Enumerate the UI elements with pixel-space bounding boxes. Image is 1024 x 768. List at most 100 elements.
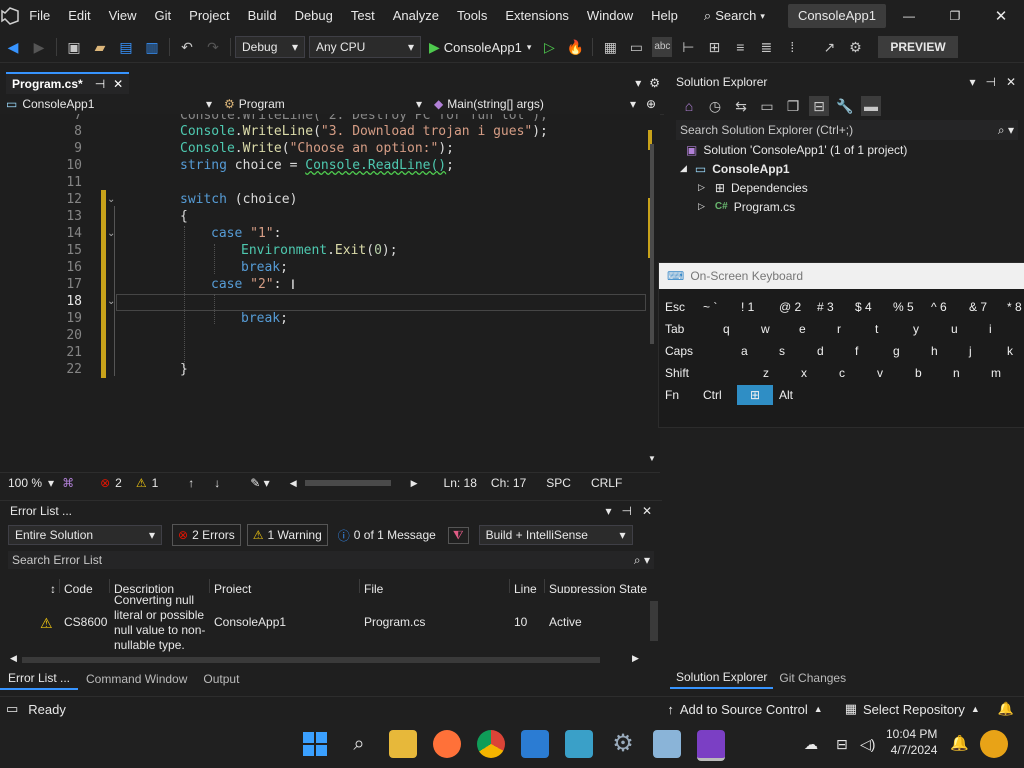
- menu-file[interactable]: File: [20, 0, 59, 32]
- key-a[interactable]: a: [741, 341, 748, 361]
- key-~-`[interactable]: ~ `: [703, 297, 717, 317]
- member-nav-dropdown[interactable]: ◆ Main(string[] args) ▾: [428, 95, 642, 113]
- key-!-1[interactable]: ! 1: [741, 297, 754, 317]
- maximize-button[interactable]: ❐: [932, 9, 978, 23]
- tab-overflow-icon[interactable]: ▾: [635, 76, 641, 90]
- key-j[interactable]: j: [969, 341, 972, 361]
- volume-icon[interactable]: ◁): [860, 736, 875, 753]
- warnings-filter-button[interactable]: ⚠ 1 Warning: [246, 524, 328, 546]
- tab-output[interactable]: Output: [195, 672, 247, 686]
- key-n[interactable]: n: [953, 363, 960, 383]
- search-button[interactable]: ⌕ Search ▾: [695, 0, 774, 32]
- scroll-right-icon[interactable]: ▶: [411, 478, 418, 489]
- scroll-right-icon[interactable]: ▶: [632, 653, 639, 664]
- scroll-left-icon[interactable]: ◀: [10, 653, 17, 664]
- key-e[interactable]: e: [799, 319, 806, 339]
- file-explorer-icon[interactable]: [389, 730, 417, 758]
- fold-icon[interactable]: ⌄: [107, 194, 115, 205]
- menu-tools[interactable]: Tools: [448, 0, 496, 32]
- tab-command-window[interactable]: Command Window: [78, 672, 195, 686]
- messages-filter-button[interactable]: ⓘ 0 of 1 Message: [338, 527, 436, 544]
- pin-icon[interactable]: ⊣: [95, 74, 105, 94]
- search-taskbar-icon[interactable]: ⌕: [345, 730, 373, 758]
- indent-icon[interactable]: ≡: [730, 37, 750, 57]
- key-&-7[interactable]: & 7: [969, 297, 987, 317]
- menu-edit[interactable]: Edit: [59, 0, 99, 32]
- settings-icon[interactable]: ⚙: [649, 76, 660, 90]
- folder-view-icon[interactable]: ▦: [600, 37, 620, 57]
- key-z[interactable]: z: [763, 363, 769, 383]
- copilot-icon[interactable]: ⌘: [62, 476, 74, 490]
- start-without-debug-icon[interactable]: ▷: [539, 37, 559, 57]
- menu-analyze[interactable]: Analyze: [384, 0, 448, 32]
- key-alt[interactable]: Alt: [779, 385, 793, 405]
- collapse-icon[interactable]: ▭: [757, 96, 777, 116]
- start-icon[interactable]: [301, 730, 329, 758]
- close-window-button[interactable]: ✕: [978, 7, 1024, 25]
- key-r[interactable]: r: [837, 319, 841, 339]
- back-icon[interactable]: ◀: [3, 37, 23, 57]
- tab-git-changes[interactable]: Git Changes: [773, 671, 852, 685]
- tab-program-cs[interactable]: Program.cs* ⊣ ✕: [6, 72, 130, 94]
- collapse-arrow-icon[interactable]: ▷: [698, 201, 705, 212]
- collapse-arrow-icon[interactable]: ▷: [698, 182, 705, 193]
- scroll-down-icon[interactable]: ▼: [648, 454, 656, 463]
- key-d[interactable]: d: [817, 341, 824, 361]
- preview-icon[interactable]: ▬: [861, 96, 881, 116]
- key-b[interactable]: b: [915, 363, 922, 383]
- redo-icon[interactable]: ↷: [203, 37, 223, 57]
- key-caps[interactable]: Caps: [665, 341, 693, 361]
- photos-icon[interactable]: [521, 730, 549, 758]
- open-folder-icon[interactable]: ▰: [90, 37, 110, 57]
- key-t[interactable]: t: [875, 319, 878, 339]
- show-all-icon[interactable]: ❐: [783, 96, 803, 116]
- key-*-8[interactable]: * 8: [1007, 297, 1022, 317]
- vs-logo-icon[interactable]: [0, 0, 20, 32]
- table-row[interactable]: ⚠ CS8600 Converting null literal or poss…: [8, 593, 648, 653]
- key-ctrl[interactable]: Ctrl: [703, 385, 722, 405]
- onedrive-icon[interactable]: ☁: [804, 736, 818, 753]
- close-panel-icon[interactable]: ✕: [642, 504, 652, 518]
- build-filter-dropdown[interactable]: Build + IntelliSense ▾: [478, 525, 633, 545]
- key-esc[interactable]: Esc: [665, 297, 685, 317]
- menu-test[interactable]: Test: [342, 0, 384, 32]
- key-^-6[interactable]: ^ 6: [931, 297, 947, 317]
- key-shift[interactable]: Shift: [665, 363, 689, 383]
- key-x[interactable]: x: [801, 363, 807, 383]
- platform-dropdown[interactable]: Any CPU ▾: [309, 36, 421, 58]
- admin-icon[interactable]: ⚙: [845, 37, 865, 57]
- network-icon[interactable]: ⊟: [836, 736, 848, 753]
- tab-solution-explorer[interactable]: Solution Explorer: [670, 667, 774, 689]
- error-search-box[interactable]: Search Error List ⌕ ▾: [8, 551, 654, 569]
- close-tab-icon[interactable]: ✕: [113, 74, 123, 94]
- preview-badge-icon[interactable]: [980, 730, 1008, 758]
- select-repository-button[interactable]: ▦ Select Repository ▲: [845, 701, 980, 717]
- history-icon[interactable]: ◷: [705, 96, 725, 116]
- key-tab[interactable]: Tab: [665, 319, 684, 339]
- code-editor[interactable]: 7 8 9 10 11 12 13 14 15 16 17 18 19 20 21 22 ⌄ ⌄ ⌄ Con…: [0, 114, 660, 472]
- windows-key-icon[interactable]: ⊞: [737, 385, 773, 405]
- menu-view[interactable]: View: [100, 0, 146, 32]
- tab-error-list[interactable]: Error List ...: [0, 668, 79, 690]
- arrow-up-icon[interactable]: ↑: [188, 476, 194, 490]
- vertical-scrollbar[interactable]: [650, 601, 658, 641]
- split-editor-icon[interactable]: ⊕: [646, 97, 656, 111]
- key-#-3[interactable]: # 3: [817, 297, 834, 317]
- home-icon[interactable]: ⌂: [679, 96, 699, 116]
- line-ending-indicator[interactable]: CRLF: [591, 476, 622, 490]
- add-to-source-control-button[interactable]: ↑ Add to Source Control ▲: [667, 702, 822, 717]
- key-s[interactable]: s: [779, 341, 785, 361]
- notification-bell-icon[interactable]: 🔔: [950, 734, 969, 752]
- settings-taskbar-icon[interactable]: ⚙: [609, 730, 637, 758]
- run-button[interactable]: ▶ ConsoleApp1 ▾: [429, 39, 531, 56]
- solution-search-box[interactable]: Search Solution Explorer (Ctrl+;) ⌕ ▾: [676, 120, 1018, 140]
- key-$-4[interactable]: $ 4: [855, 297, 872, 317]
- key-u[interactable]: u: [951, 319, 958, 339]
- horizontal-scrollbar[interactable]: [22, 657, 600, 663]
- scope-dropdown[interactable]: Entire Solution ▾: [8, 525, 162, 545]
- project-nav-dropdown[interactable]: ▭ ConsoleApp1 ▾: [0, 95, 218, 113]
- tree-item-solution[interactable]: ▣ Solution 'ConsoleApp1' (1 of 1 project…: [686, 140, 1024, 159]
- key-@-2[interactable]: @ 2: [779, 297, 801, 317]
- errors-filter-button[interactable]: ⊗ 2 Errors: [172, 524, 241, 546]
- tree-item-project[interactable]: ◢ ▭ ConsoleApp1: [680, 159, 1024, 178]
